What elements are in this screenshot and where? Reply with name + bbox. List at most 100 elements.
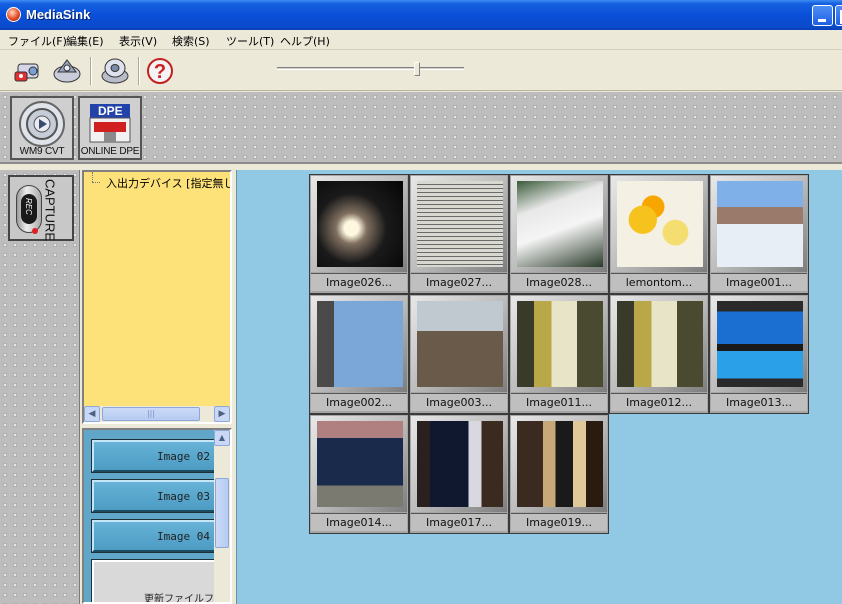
scroll-up-button[interactable]: ▲ — [214, 430, 230, 446]
title-bar[interactable]: MediaSink — [0, 0, 842, 30]
thumbnail[interactable]: Image019... — [509, 414, 609, 534]
list-item[interactable]: Image 02 — [91, 439, 217, 473]
thumbnail-frame — [511, 296, 607, 392]
menu-file[interactable]: ファイル(F) — [8, 33, 67, 49]
online-dpe-button[interactable]: DPE ONLINE DPE — [78, 96, 142, 160]
thumbnail-caption: Image011... — [511, 393, 607, 411]
app-icon — [6, 7, 21, 22]
thumbnail[interactable]: Image001... — [709, 174, 809, 294]
thumbnail-frame — [511, 416, 607, 512]
toolbar-separator — [90, 57, 92, 85]
thumbnail-grid[interactable]: Image026... Image027... Image028... lemonto… — [236, 170, 842, 604]
scroll-thumb[interactable] — [215, 478, 229, 548]
thumbnail-caption: Image003... — [411, 393, 507, 411]
minimize-button[interactable] — [812, 5, 833, 26]
thumbnail-image — [517, 301, 603, 387]
scroll-left-button[interactable]: ◀ — [84, 406, 100, 422]
tree-connector — [92, 172, 93, 182]
thumbnail-caption: Image013... — [711, 393, 807, 411]
capture-bar: REC CAPTURE — [0, 170, 80, 604]
list-item-label: Image 02 — [157, 450, 210, 463]
thumbnail-image — [417, 301, 503, 387]
menu-search[interactable]: 検索(S) — [172, 33, 210, 49]
window-title: MediaSink — [26, 7, 91, 22]
thumbnail-frame — [411, 176, 507, 272]
capture-label: CAPTURE — [42, 178, 58, 242]
zoom-slider-thumb[interactable] — [414, 62, 420, 76]
thumbnail-frame — [611, 176, 707, 272]
thumbnail-image — [617, 301, 703, 387]
thumbnail-caption: lemontom... — [611, 273, 707, 291]
wm9-cvt-button[interactable]: WM9 CVT — [10, 96, 74, 160]
thumbnail-frame — [711, 296, 807, 392]
zoom-slider-track[interactable] — [277, 67, 464, 70]
thumbnail-frame — [411, 416, 507, 512]
thumbnail[interactable]: Image026... — [309, 174, 409, 294]
disc-icon[interactable] — [98, 54, 132, 88]
scroll-grip: ||| — [146, 409, 156, 418]
thumbnail-image — [317, 181, 403, 267]
tree-connector — [92, 182, 100, 183]
menu-tools[interactable]: ツール(T) — [226, 33, 274, 49]
thumbnail-frame — [311, 296, 407, 392]
maximize-button[interactable] — [835, 5, 842, 26]
thumbnail-caption: Image002... — [311, 393, 407, 411]
menu-view[interactable]: 表示(V) — [119, 33, 157, 49]
thumbnail[interactable]: Image012... — [609, 294, 709, 414]
thumbnail[interactable]: Image003... — [409, 294, 509, 414]
scroll-thumb[interactable]: ||| — [102, 407, 200, 421]
thumbnail-caption: Image012... — [611, 393, 707, 411]
tree-root-node[interactable]: 入出力デバイス [指定無し — [106, 175, 230, 191]
thumbnail-image — [517, 181, 603, 267]
list-item-label: Image 03 — [157, 490, 210, 503]
thumbnail[interactable]: Image028... — [509, 174, 609, 294]
thumbnail-caption: Image026... — [311, 273, 407, 291]
list-vertical-scrollbar[interactable]: ▲ — [214, 430, 230, 602]
updated-folder-card[interactable]: 更新ファイルフォル — [91, 559, 230, 602]
rec-dot — [32, 228, 38, 234]
toolbar-separator — [138, 57, 140, 85]
thumbnail-caption: Image017... — [411, 513, 507, 531]
list-item[interactable]: Image 03 — [91, 479, 217, 513]
thumbnail-image — [717, 181, 803, 267]
menu-help[interactable]: ヘルプ(H) — [280, 33, 330, 49]
list-item[interactable]: Image 04 — [91, 519, 217, 553]
thumbnail[interactable]: Image014... — [309, 414, 409, 534]
thumbnail-caption: Image028... — [511, 273, 607, 291]
thumbnail-image — [317, 421, 403, 507]
thumbnail-frame — [511, 176, 607, 272]
thumbnail-frame — [611, 296, 707, 392]
capture-button[interactable]: REC CAPTURE — [8, 175, 74, 241]
thumbnail[interactable]: lemontom... — [609, 174, 709, 294]
scan-icon[interactable] — [50, 54, 84, 88]
tree-view[interactable]: 入出力デバイス [指定無し — [84, 172, 230, 406]
thumbnail[interactable]: Image002... — [309, 294, 409, 414]
thumbnail[interactable]: Image011... — [509, 294, 609, 414]
menu-edit[interactable]: 編集(E) — [66, 33, 104, 49]
list-item-label: Image 04 — [157, 530, 210, 543]
thumbnail-image — [417, 421, 503, 507]
thumbnail-frame — [311, 416, 407, 512]
help-icon[interactable]: ? — [143, 54, 177, 88]
thumbnail-image — [617, 181, 703, 267]
plugin-label: WM9 CVT — [19, 146, 65, 157]
album-list[interactable]: Image 02 Image 03 Image 04 更新ファイルフォル ▲ — [82, 428, 232, 604]
thumbnail[interactable]: Image027... — [409, 174, 509, 294]
dpe-badge: DPE — [98, 104, 123, 118]
rec-label: REC — [24, 198, 33, 215]
thumbnail-image — [517, 421, 603, 507]
menu-bar: ファイル(F) 編集(E) 表示(V) 検索(S) ツール(T) ヘルプ(H) — [0, 30, 842, 50]
thumbnail-caption: Image014... — [311, 513, 407, 531]
thumbnail-frame — [711, 176, 807, 272]
thumbnail[interactable]: Image013... — [709, 294, 809, 414]
plugin-label: ONLINE DPE — [80, 146, 140, 157]
thumbnail-caption: Image001... — [711, 273, 807, 291]
device-icon[interactable] — [12, 54, 46, 88]
album-list-background: Image 02 Image 03 Image 04 更新ファイルフォル — [84, 430, 230, 602]
rec-icon: REC — [16, 185, 42, 234]
tree-horizontal-scrollbar[interactable]: ◀ ||| ▶ — [84, 406, 230, 422]
device-tree[interactable]: 入出力デバイス [指定無し ◀ ||| ▶ — [82, 170, 232, 424]
thumbnail[interactable]: Image017... — [409, 414, 509, 534]
scroll-right-button[interactable]: ▶ — [214, 406, 230, 422]
thumbnail-frame — [311, 176, 407, 272]
